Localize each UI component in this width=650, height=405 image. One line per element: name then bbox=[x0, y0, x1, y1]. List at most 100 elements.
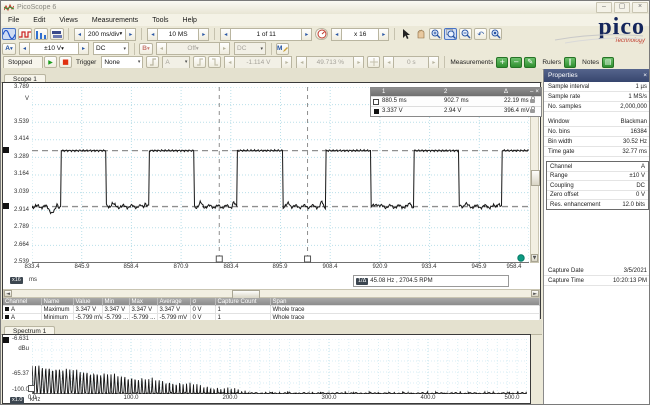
prop-capture-date: Capture Date3/5/2021 bbox=[544, 266, 650, 276]
scope-mode-button[interactable] bbox=[2, 28, 16, 40]
persistence-mode-button[interactable] bbox=[18, 28, 32, 40]
edit-measurement-button[interactable]: ✎ bbox=[524, 57, 536, 68]
pan-tool-button[interactable] bbox=[414, 28, 427, 40]
scope-x-label: 920.9 bbox=[365, 264, 395, 270]
segment-prev-icon[interactable]: ◂ bbox=[220, 28, 231, 41]
prop-capture-time: Capture Time10:20:13 PM bbox=[544, 276, 650, 286]
ruler-col-1: 1 bbox=[381, 88, 444, 96]
lock-icon[interactable] bbox=[530, 99, 535, 103]
pre-trigger-value[interactable]: 49.713 % bbox=[307, 56, 353, 69]
stop-icon: ■ bbox=[62, 58, 69, 66]
timebase-next-icon[interactable]: ▸ bbox=[125, 28, 136, 41]
falling-edge-button[interactable] bbox=[208, 56, 221, 68]
prop-no-samples: No. samples2,000,000 bbox=[544, 102, 650, 112]
coupling-a-dropdown[interactable]: DC▾ bbox=[93, 42, 129, 55]
fifty-percent-button[interactable] bbox=[367, 56, 380, 68]
minimize-button[interactable]: – bbox=[596, 2, 612, 13]
table-row[interactable]: A Maximum3.347 V3.347 V3.347 V3.347 V0 V… bbox=[3, 306, 539, 314]
trigger-source-dropdown[interactable]: A▾ bbox=[162, 56, 190, 69]
menu-edit[interactable]: Edit bbox=[26, 16, 52, 25]
range-b-value[interactable]: Off▾ bbox=[167, 42, 219, 55]
segment-value[interactable]: 1 of 11 bbox=[231, 28, 301, 41]
notes-toggle-button[interactable]: ▤ bbox=[602, 57, 614, 68]
scope-x-label: 945.9 bbox=[464, 264, 494, 270]
stop-button[interactable]: ■ bbox=[59, 56, 72, 68]
level-ruler-handle-high[interactable] bbox=[3, 147, 9, 153]
start-button[interactable]: ▶ bbox=[44, 56, 57, 68]
chevron-down-icon: ▾ bbox=[260, 46, 263, 52]
coupling-b-dropdown[interactable]: DC▾ bbox=[234, 42, 266, 55]
rising-edge-button[interactable] bbox=[193, 56, 206, 68]
add-measurement-button[interactable]: + bbox=[496, 57, 508, 68]
rulers-toggle-button[interactable]: ∥ bbox=[564, 57, 576, 68]
range-a-prev-icon[interactable]: ◂ bbox=[19, 42, 30, 55]
menu-help[interactable]: Help bbox=[176, 16, 204, 25]
samples-next-icon[interactable]: ▸ bbox=[198, 28, 209, 41]
scope-y-label: 3.789 bbox=[3, 84, 29, 90]
scope-x-label: 958.4 bbox=[499, 264, 529, 270]
samples-value[interactable]: 10 MS bbox=[158, 28, 198, 41]
frequency-legend[interactable]: 1/Δ 45.08 Hz , 2704.5 RPM bbox=[353, 275, 509, 287]
frequency-ruler-handle[interactable] bbox=[28, 385, 35, 392]
trigger-mode-dropdown[interactable]: None▾ bbox=[101, 56, 143, 69]
menu-views[interactable]: Views bbox=[52, 16, 85, 25]
level-next-icon[interactable]: ▸ bbox=[281, 56, 292, 69]
delay-prev-icon[interactable]: ◂ bbox=[383, 56, 394, 69]
chevron-down-icon: ▾ bbox=[119, 31, 122, 37]
range-a-next-icon[interactable]: ▸ bbox=[78, 42, 89, 55]
pointer-tool-button[interactable] bbox=[399, 28, 412, 40]
samples-prev-icon[interactable]: ◂ bbox=[147, 28, 158, 41]
segment-next-icon[interactable]: ▸ bbox=[301, 28, 312, 41]
remove-measurement-button[interactable]: − bbox=[510, 57, 522, 68]
prop-res-enhancement: Res. enhancement12.0 bits bbox=[547, 200, 648, 209]
zoom-in-tool-button[interactable] bbox=[429, 28, 442, 40]
ruler-legend[interactable]: 1 2 Δ – × 880.5 ms 902.7 ms 22.19 ms 3.3… bbox=[370, 87, 542, 117]
spectrum-mode-button[interactable] bbox=[34, 28, 48, 40]
zoom-next-icon[interactable]: ▸ bbox=[378, 28, 389, 41]
range-b-prev-icon[interactable]: ◂ bbox=[156, 42, 167, 55]
menu-measurements[interactable]: Measurements bbox=[85, 16, 145, 25]
pretrig-next-icon[interactable]: ▸ bbox=[353, 56, 364, 69]
maximize-button[interactable]: ▢ bbox=[614, 2, 630, 13]
legend-close-icon[interactable]: × bbox=[535, 88, 539, 96]
range-a-value[interactable]: ±10 V▾ bbox=[30, 42, 78, 55]
gauge-button[interactable] bbox=[315, 28, 328, 40]
timebase-value[interactable]: 200 ms/div▾ bbox=[85, 28, 125, 41]
scope-zoom-badge: x16 bbox=[10, 277, 23, 284]
zoom-window-tool-button[interactable] bbox=[444, 28, 457, 40]
properties-panel: Properties × Sample interval1 µs Sample … bbox=[543, 69, 650, 405]
trigger-label: Trigger bbox=[76, 59, 96, 66]
lock-icon[interactable] bbox=[530, 109, 535, 113]
properties-close-icon[interactable]: × bbox=[643, 72, 647, 79]
zoom-out-tool-button[interactable] bbox=[459, 28, 472, 40]
range-b-next-icon[interactable]: ▸ bbox=[219, 42, 230, 55]
menu-tools[interactable]: Tools bbox=[145, 16, 175, 25]
level-ruler-handle-low[interactable] bbox=[3, 203, 9, 209]
scope-x-label: 845.9 bbox=[67, 264, 97, 270]
zoom-prev-icon[interactable]: ◂ bbox=[331, 28, 342, 41]
trigger-level-value[interactable]: -1.114 V bbox=[235, 56, 281, 69]
scope-view: 3.789 V 3.539 3.414 3.289 3.164 3.039 2.… bbox=[2, 82, 541, 319]
menu-file[interactable]: File bbox=[1, 16, 26, 25]
app-icon bbox=[4, 3, 14, 12]
trigger-marker-button[interactable] bbox=[146, 56, 159, 68]
spectrum-plot[interactable] bbox=[32, 339, 527, 394]
trigger-level-control: ◂ -1.114 V ▸ bbox=[224, 56, 292, 69]
close-button[interactable]: × bbox=[632, 2, 648, 13]
zoom-factor-value[interactable]: x 16 bbox=[342, 28, 378, 41]
multi-view-button[interactable] bbox=[50, 28, 64, 40]
channel-b-button[interactable]: B▾ bbox=[139, 43, 153, 55]
half-level-icon bbox=[370, 58, 378, 66]
undo-zoom-button[interactable]: ↶ bbox=[474, 28, 487, 40]
level-prev-icon[interactable]: ◂ bbox=[224, 56, 235, 69]
trigger-delay-value[interactable]: 0 s bbox=[394, 56, 428, 69]
scope-horizontal-scrollbar[interactable]: ◄ ► bbox=[3, 289, 540, 298]
legend-minimize-icon[interactable]: – bbox=[530, 88, 533, 96]
channel-a-button[interactable]: A▾ bbox=[2, 43, 16, 55]
zoom-window-icon bbox=[446, 29, 456, 39]
pretrig-prev-icon[interactable]: ◂ bbox=[296, 56, 307, 69]
math-channels-button[interactable]: M bbox=[276, 43, 289, 55]
delay-next-icon[interactable]: ▸ bbox=[428, 56, 439, 69]
zoom-full-button[interactable] bbox=[489, 28, 502, 40]
timebase-prev-icon[interactable]: ◂ bbox=[74, 28, 85, 41]
